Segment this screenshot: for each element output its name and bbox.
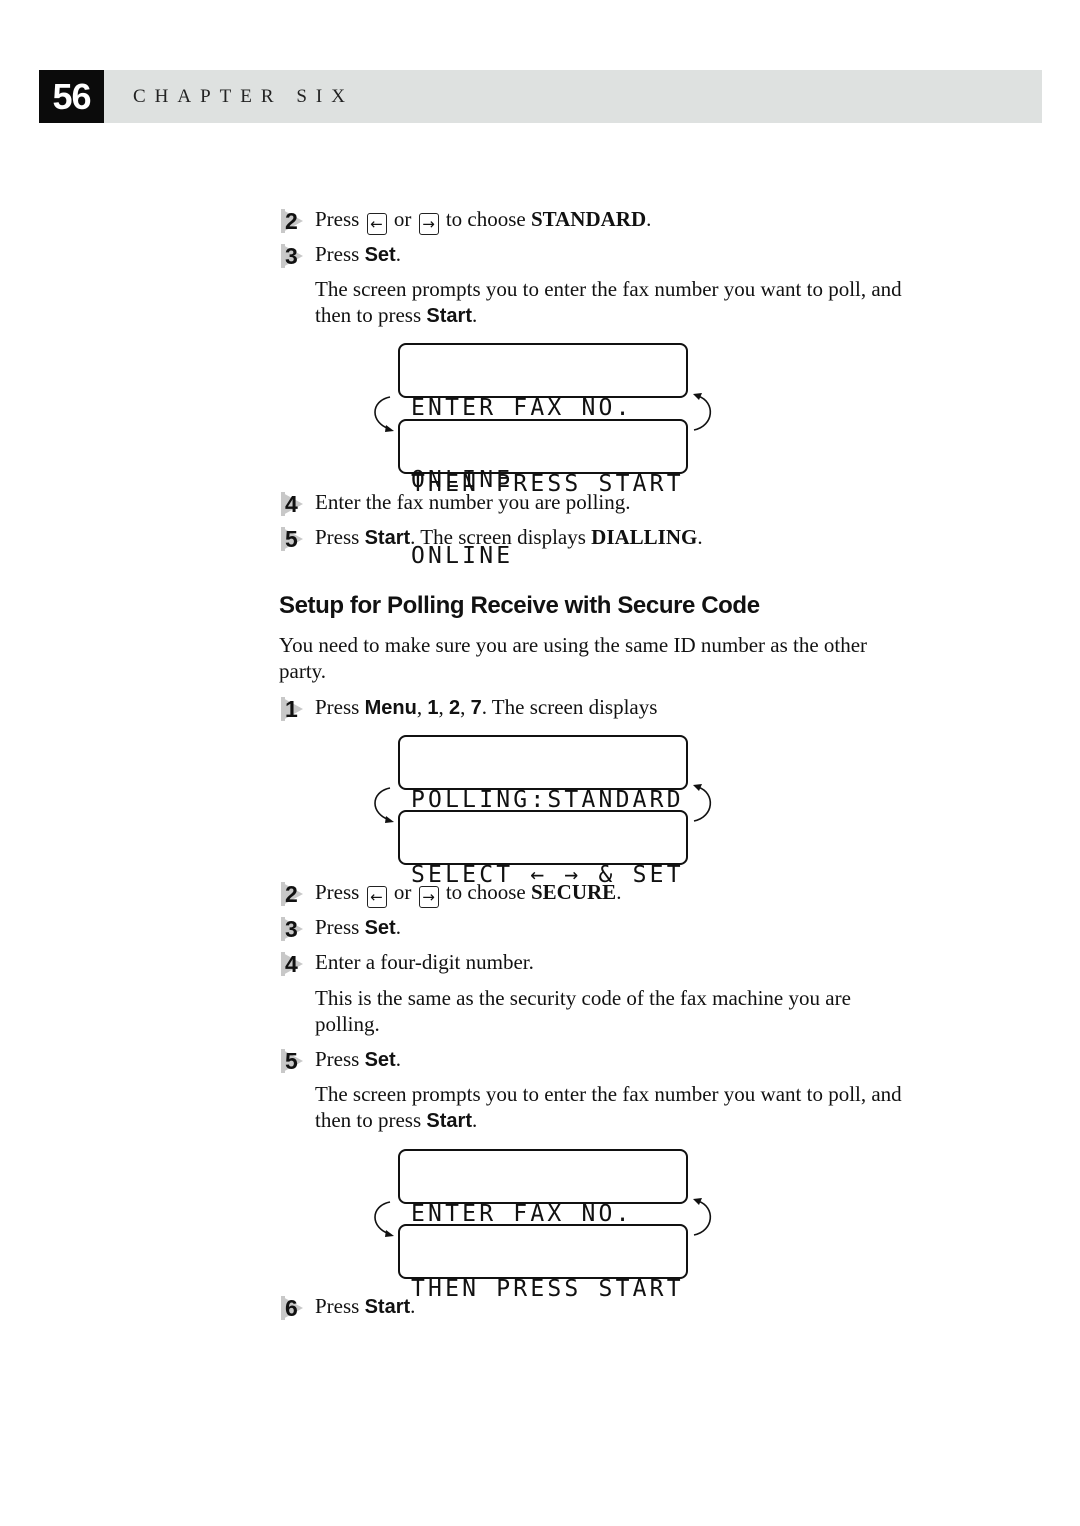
step-5-marker: 5: [281, 525, 311, 552]
cycle-arrow-left-icon: [374, 396, 394, 432]
lcd-display: THEN PRESS START: [398, 1224, 688, 1301]
lcd-line: THEN PRESS START: [411, 1276, 684, 1302]
lcd-line: ENTER FAX NO.: [411, 1201, 633, 1227]
step-2-marker: 2: [281, 880, 311, 907]
intro-paragraph: You need to make sure you are using the …: [279, 633, 868, 683]
prompt-paragraph: The screen prompts you to enter the fax …: [315, 1082, 902, 1132]
prompt-paragraph: The screen prompts you to enter the fax …: [315, 277, 902, 327]
step-4-note: This is the same as the security code of…: [315, 986, 851, 1036]
step-6-marker: 6: [281, 1294, 311, 1321]
step-3-marker: 3: [281, 915, 311, 942]
chapter-title: CHAPTER SIX: [133, 86, 354, 107]
section-heading: Setup for Polling Receive with Secure Co…: [279, 592, 760, 619]
lcd-display: THEN PRESS START ONLINE: [398, 419, 688, 568]
cycle-arrow-right-icon: [693, 393, 712, 431]
cycle-arrow-right-icon: [693, 1198, 712, 1236]
left-arrow-key-icon: ←: [366, 213, 387, 235]
step-3-marker: 3: [281, 242, 311, 269]
step-5-marker: 5: [281, 1047, 311, 1074]
step-2-marker: 2: [281, 207, 311, 234]
step-3-text: Press Set.: [315, 915, 401, 939]
step-4-marker: 4: [281, 950, 311, 977]
step-1-text: Press Menu, 1, 2, 7. The screen displays: [315, 695, 658, 719]
cycle-arrow-left-icon: [374, 787, 394, 823]
step-1-marker: 1: [281, 695, 311, 722]
lcd-line: [411, 1349, 686, 1373]
cycle-arrow-right-icon: [693, 784, 712, 822]
lcd-line: ENTER FAX NO.: [411, 395, 633, 421]
lcd-display: POLLING:STANDARD: [398, 735, 688, 812]
cycle-arrow-left-icon: [374, 1201, 394, 1237]
step-2-text: Press ← or → to choose STANDARD.: [315, 207, 652, 235]
step-4-marker: 4: [281, 490, 311, 517]
step-4-text: Enter the fax number you are polling.: [315, 490, 631, 514]
right-arrow-key-icon: →: [418, 886, 439, 908]
right-arrow-key-icon: →: [418, 213, 439, 235]
lcd-line: POLLING:STANDARD: [411, 787, 684, 813]
step-4-text: Enter a four-digit number.: [315, 950, 534, 974]
lcd-display: SELECT ← → & SET: [398, 810, 688, 887]
lcd-display: ENTER FAX NO. ONLINE: [398, 343, 688, 492]
lcd-display: ENTER FAX NO.: [398, 1149, 688, 1226]
step-5-text: Press Start. The screen displays DIALLIN…: [315, 525, 703, 549]
step-6-text: Press Start.: [315, 1294, 416, 1318]
left-arrow-key-icon: ←: [366, 886, 387, 908]
step-3-text: Press Set.: [315, 242, 401, 266]
step-2-text: Press ← or → to choose SECURE.: [315, 880, 622, 908]
step-5-text: Press Set.: [315, 1047, 401, 1071]
page-number: 56: [39, 70, 104, 123]
